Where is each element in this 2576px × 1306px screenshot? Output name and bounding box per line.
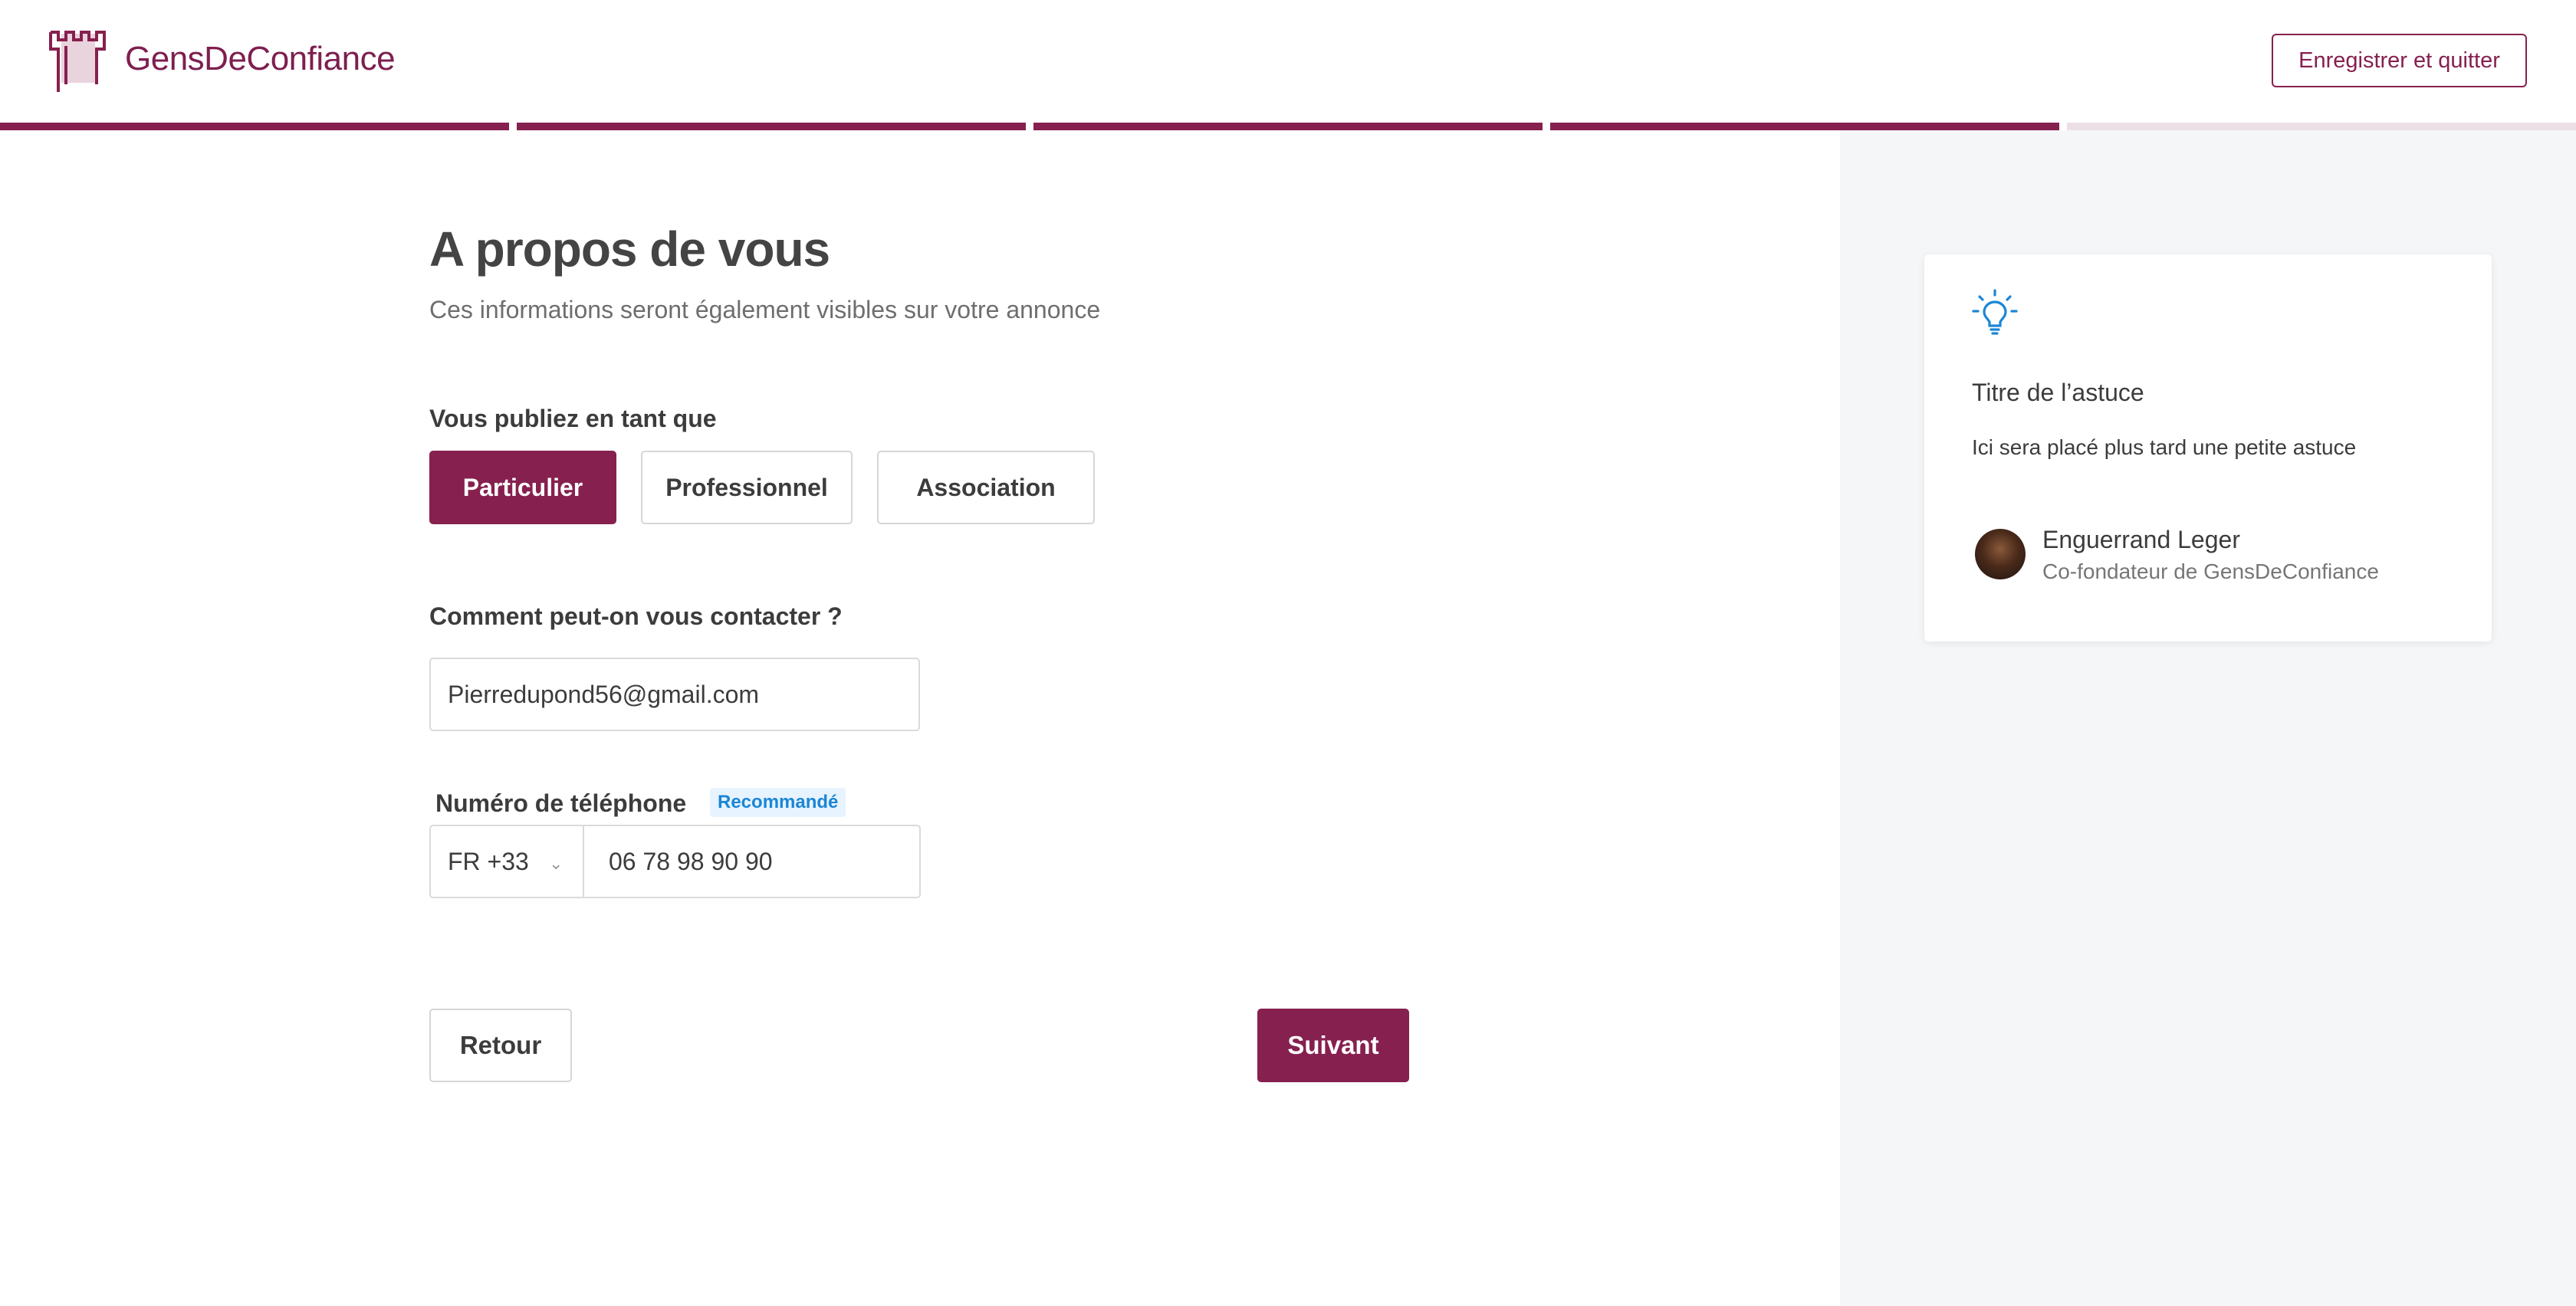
option-professionnel-button[interactable]: Professionnel: [641, 451, 853, 524]
tip-card: Titre de l’astuce Ici sera placé plus ta…: [1924, 254, 2492, 642]
phone-label: Numéro de téléphone: [435, 789, 687, 817]
page-title: A propos de vous: [429, 221, 830, 277]
progress-step-1: [0, 123, 509, 130]
phone-value: 06 78 98 90 90: [609, 847, 773, 875]
chevron-down-icon: ⌄: [549, 854, 564, 873]
progress-bar: [0, 123, 2576, 130]
recommended-badge: Recommandé: [710, 788, 846, 817]
country-code-value: FR +33: [448, 847, 529, 875]
progress-step-4: [1550, 123, 2059, 130]
tip-text: Ici sera placé plus tard une petite astu…: [1972, 435, 2357, 459]
progress-step-5: [2067, 123, 2576, 130]
next-button[interactable]: Suivant: [1257, 1009, 1409, 1082]
page-subtitle: Ces informations seront également visibl…: [429, 296, 1101, 323]
author-role: Co-fondateur de GensDeConfiance: [2042, 559, 2379, 583]
contact-label: Comment peut-on vous contacter ?: [429, 602, 843, 630]
option-association-button[interactable]: Association: [877, 451, 1095, 524]
progress-step-2: [517, 123, 1026, 130]
progress-step-3: [1033, 123, 1543, 130]
header: GensDeConfiance Enregistrer et quitter: [0, 0, 2576, 123]
castle-logo-icon: [49, 31, 106, 92]
author-avatar: [1975, 529, 2026, 579]
lightbulb-icon: [1972, 289, 2018, 335]
save-and-quit-button[interactable]: Enregistrer et quitter: [2272, 34, 2527, 87]
email-value: Pierredupond56@gmail.com: [448, 680, 760, 708]
option-particulier-button[interactable]: Particulier: [429, 451, 616, 524]
tip-title: Titre de l’astuce: [1972, 379, 2144, 406]
publish-as-label: Vous publiez en tant que: [429, 405, 717, 432]
phone-input[interactable]: 06 78 98 90 90: [583, 825, 921, 898]
email-field[interactable]: Pierredupond56@gmail.com: [429, 658, 920, 731]
author-name: Enguerrand Leger: [2042, 526, 2240, 553]
brand-name: GensDeConfiance: [125, 40, 396, 77]
back-button[interactable]: Retour: [429, 1009, 572, 1082]
